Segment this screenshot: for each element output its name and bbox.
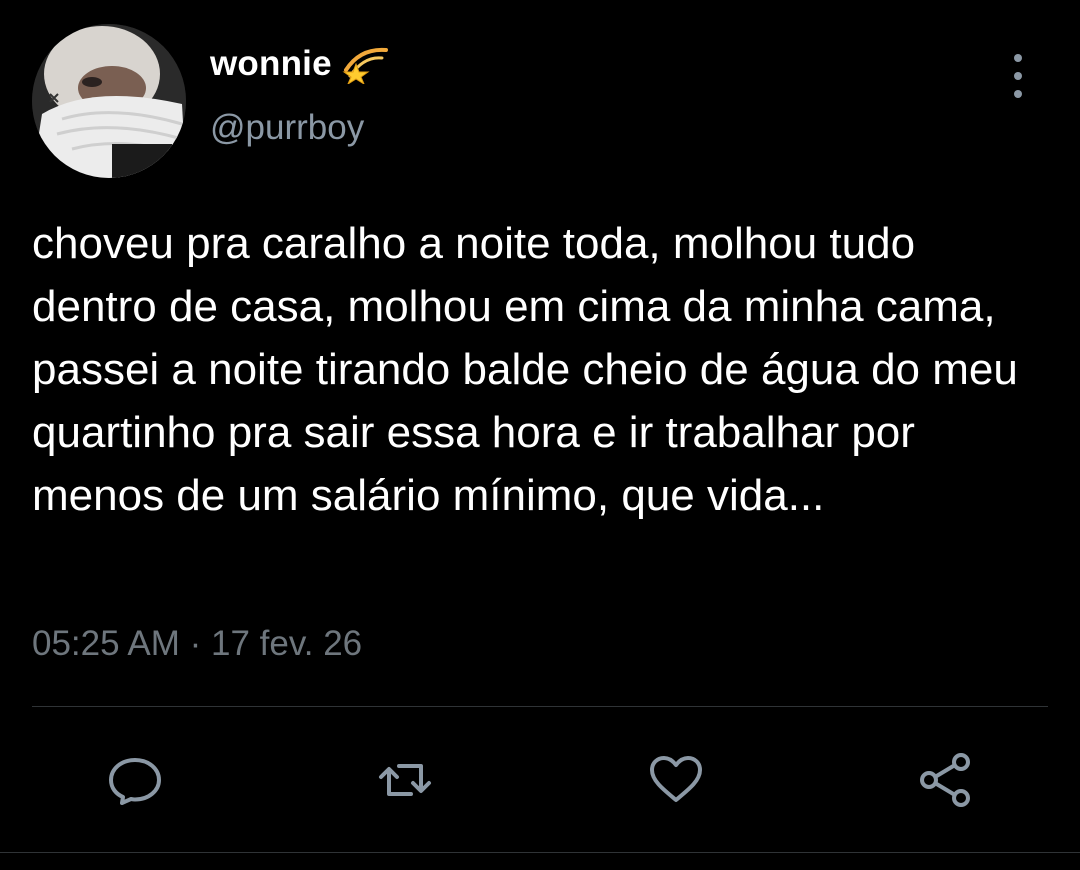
heart-icon	[650, 756, 702, 802]
bottom-divider	[0, 852, 1080, 853]
more-options-button[interactable]	[1000, 54, 1036, 98]
vertical-dots-icon	[1014, 54, 1022, 62]
vertical-dots-icon-dot	[1014, 72, 1022, 80]
like-button[interactable]	[646, 750, 706, 810]
speech-bubble-icon	[109, 758, 161, 805]
name-row: wonnie	[210, 40, 390, 88]
tweet-text: choveu pra caralho a noite toda, molhou …	[32, 219, 1018, 520]
meta-separator: ·	[189, 624, 202, 663]
retweet-button[interactable]	[375, 750, 435, 810]
vertical-dots-icon-dot	[1014, 90, 1022, 98]
action-bar	[0, 750, 1080, 810]
share-button[interactable]	[915, 750, 975, 810]
divider	[32, 706, 1048, 707]
tweet-timestamp[interactable]: 05:25 AM · 17 fev. 26	[32, 624, 362, 664]
display-name[interactable]: wonnie	[210, 44, 332, 84]
retweet-arrows-icon	[379, 764, 431, 796]
dizzy-star-icon	[342, 44, 390, 86]
reply-button[interactable]	[105, 750, 165, 810]
tweet-card: wonnie @purrboy choveu pra caralho a noi…	[0, 0, 1080, 870]
tweet-date: 17 fev. 26	[211, 624, 363, 663]
user-handle[interactable]: @purrboy	[210, 108, 364, 148]
tweet-time: 05:25 AM	[32, 624, 180, 663]
avatar[interactable]	[32, 24, 186, 178]
share-nodes-icon	[920, 753, 970, 807]
